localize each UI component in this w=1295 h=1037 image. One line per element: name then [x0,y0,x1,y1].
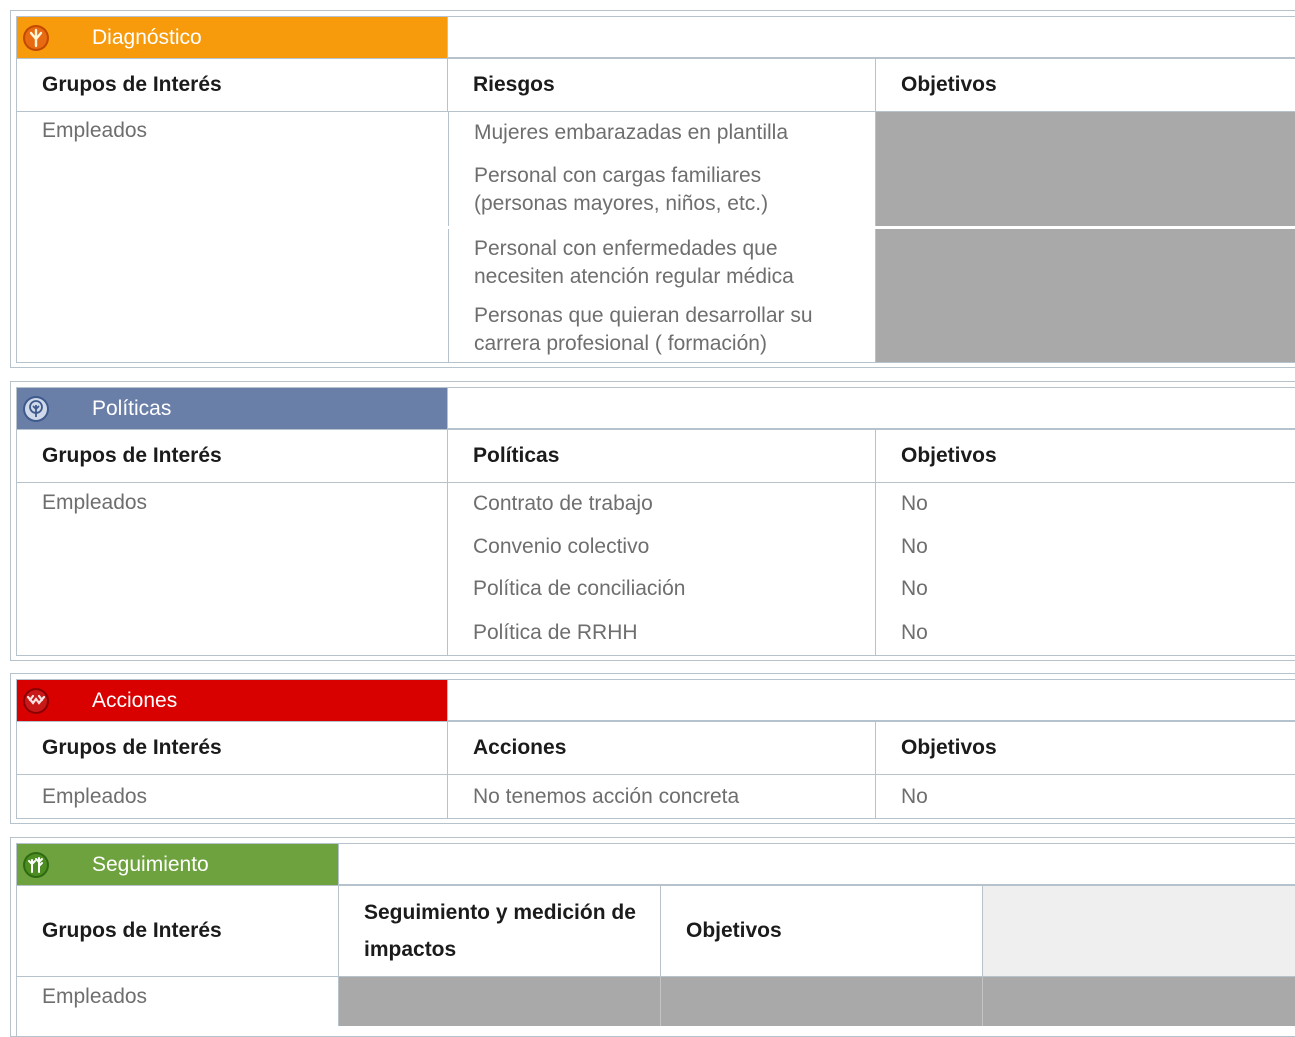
column-header: Acciones [448,722,876,774]
acciones-table: Acciones Grupos de Interés Acciones Obje… [16,679,1295,819]
table-row: Empleados No tenemos acción concreta No [17,774,1295,818]
acciones-title: Acciones [92,688,178,712]
acciones-header: Acciones [17,680,448,721]
column-header: Grupos de Interés [17,722,448,774]
column-header: Objetivos [661,886,983,976]
column-header: Objetivos [901,73,997,96]
column-header: Grupos de Interés [17,59,448,111]
table-header-row: Grupos de Interés Políticas Objetivos [17,429,1295,482]
politicas-section: Políticas Grupos de Interés Políticas Ob… [10,381,1295,661]
seguimiento-table: Seguimiento Grupos de Interés Seguimient… [16,843,1295,1036]
list-item: Mujeres embarazadas en plantilla [448,112,1295,156]
objective-cell: No [901,784,928,808]
column-header: Grupos de Interés [17,430,448,482]
table-row: Contrato de trabajo No [448,483,1295,525]
acciones-section: Acciones Grupos de Interés Acciones Obje… [10,673,1295,824]
table-row: Convenio colectivo No [448,525,1295,568]
group-cell: Empleados [17,112,448,362]
group-label: Empleados [17,977,339,1026]
table-header-row: Grupos de Interés Riesgos Objetivos [17,58,1295,111]
seguimiento-header: Seguimiento [17,844,339,885]
politicas-table: Políticas Grupos de Interés Políticas Ob… [16,387,1295,656]
tree-outline-icon [23,395,49,422]
seguimiento-title: Seguimiento [92,852,209,876]
group-label: Empleados [42,119,148,142]
column-header: Objetivos [901,444,997,467]
list-item: Personal con cargas familiares (personas… [448,156,1295,226]
seguimiento-section: Seguimiento Grupos de Interés Seguimient… [10,837,1295,1037]
diagnostico-header: Diagnóstico [17,17,448,58]
table-header-row: Grupos de Interés Seguimiento y medición… [17,885,1295,976]
list-item: Personal con enfermedades que necesiten … [448,226,1295,294]
table-row: Empleados [17,976,1295,1026]
tree-icon [23,24,49,51]
column-header: Grupos de Interés [17,886,339,976]
column-header: Seguimiento y medición de impactos [339,886,661,976]
list-item: Personas que quieran desarrollar su carr… [448,294,1295,362]
diagnostico-title: Diagnóstico [92,25,202,49]
table-row: Política de RRHH No [448,610,1295,655]
action-cell: No tenemos acción concreta [448,775,876,818]
politicas-title: Políticas [92,396,172,420]
table-row: Empleados Contrato de trabajo No Conveni… [17,482,1295,655]
plants-icon [23,851,49,878]
group-label: Empleados [17,775,448,818]
column-header: Riesgos [448,59,876,111]
table-row: Política de conciliación No [448,568,1295,610]
handshake-icon [23,687,49,714]
politicas-header: Políticas [17,388,448,429]
diagnostico-table: Diagnóstico Grupos de Interés Riesgos Ob… [16,16,1295,363]
column-header: Objetivos [901,736,997,759]
diagnostico-section: Diagnóstico Grupos de Interés Riesgos Ob… [10,10,1295,368]
table-header-row: Grupos de Interés Acciones Objetivos [17,721,1295,774]
group-cell: Empleados [17,483,448,655]
column-header: Políticas [448,430,876,482]
group-label: Empleados [42,491,148,514]
